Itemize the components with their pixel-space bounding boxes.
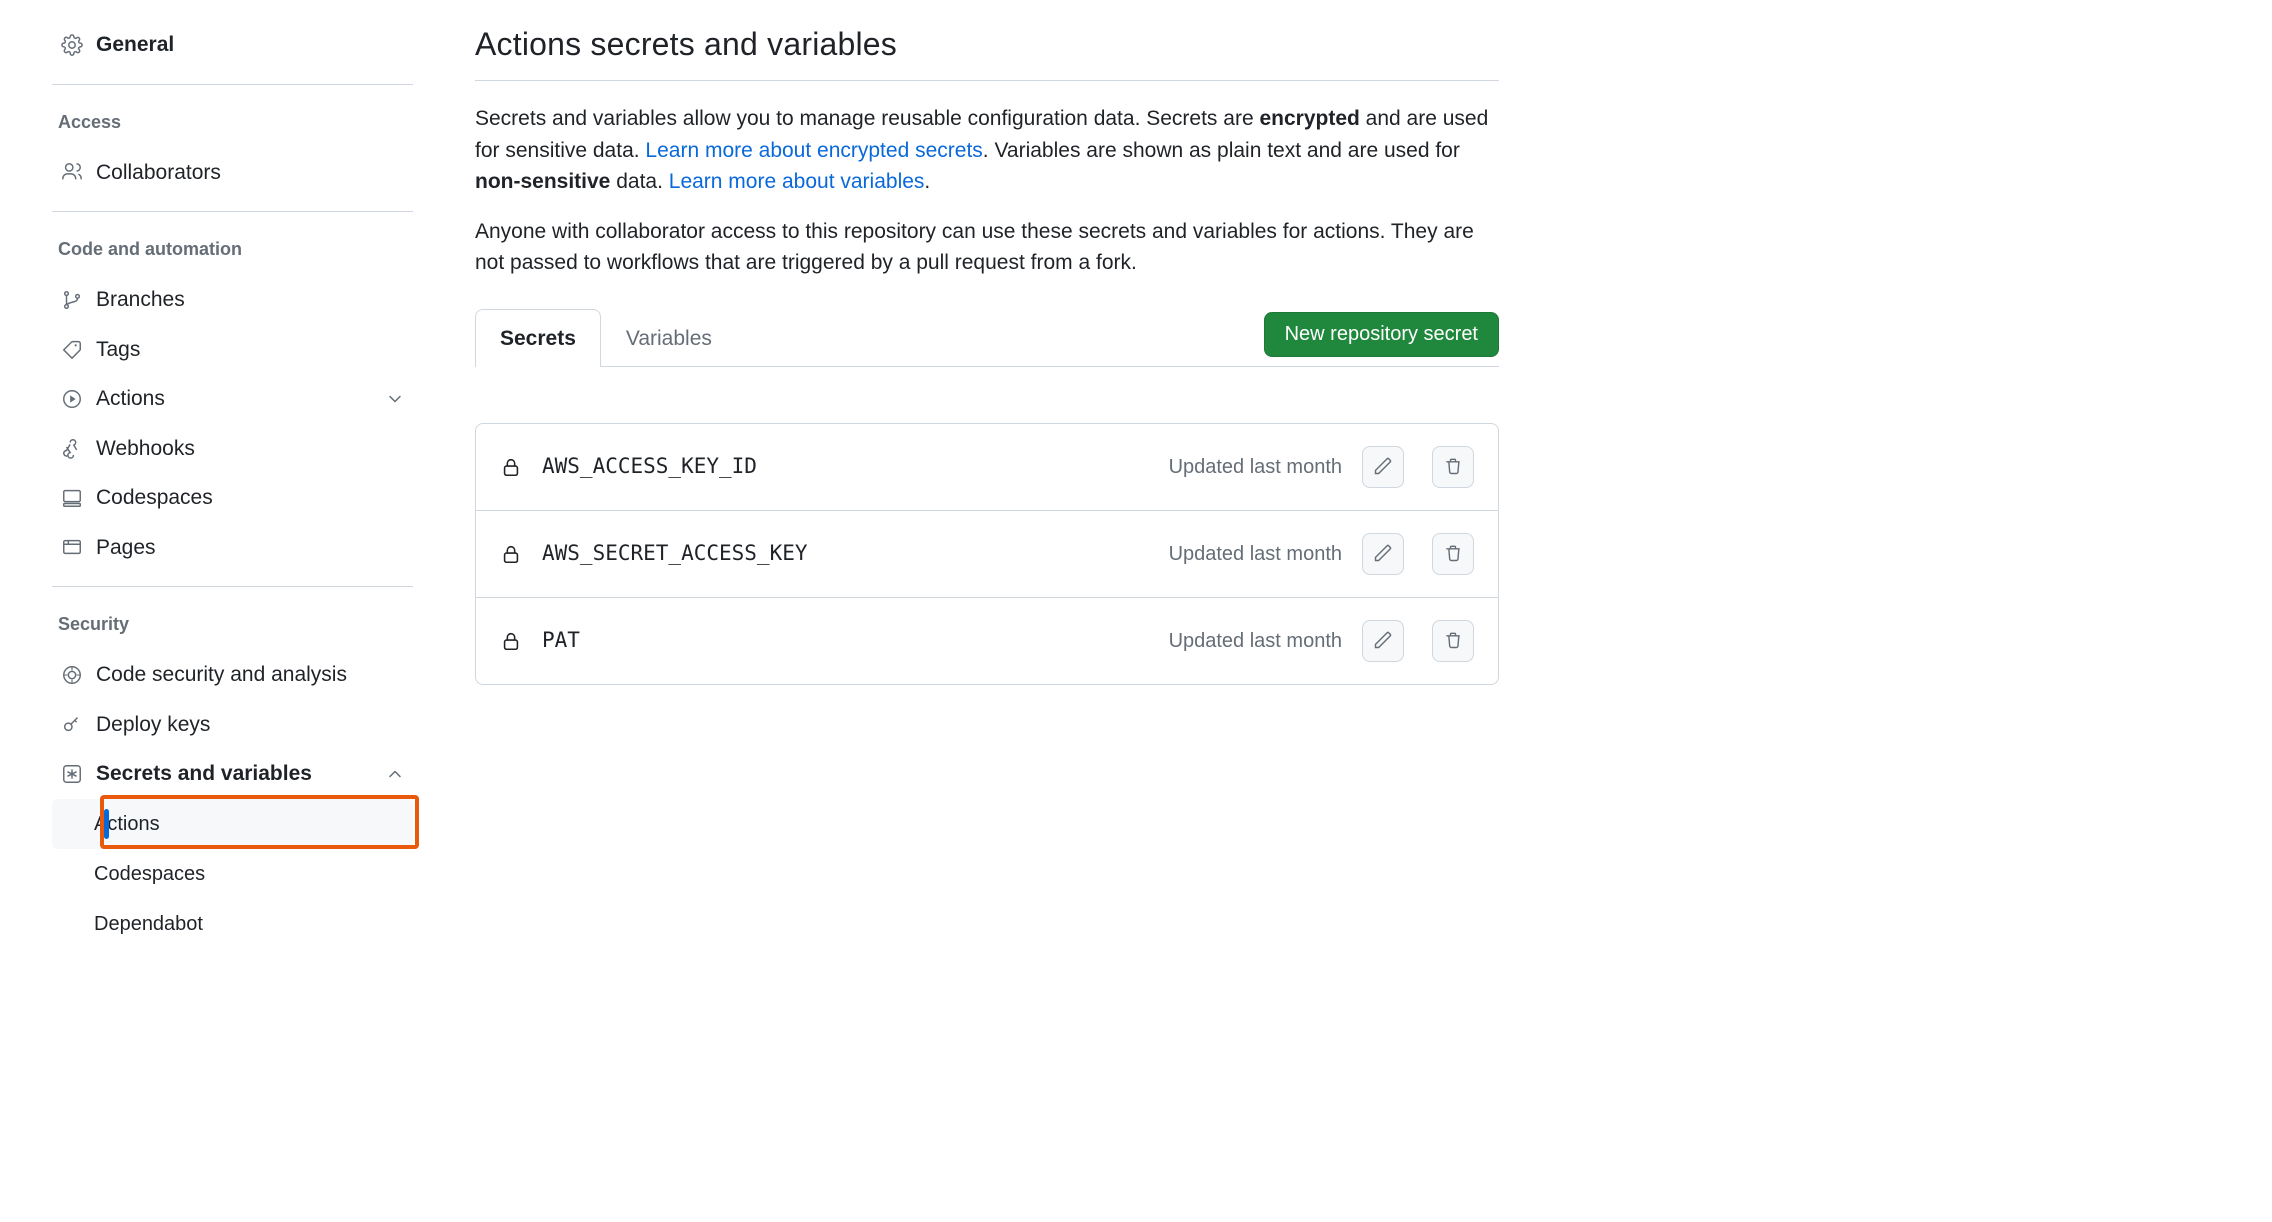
sidebar-heading-code: Code and automation	[52, 230, 413, 269]
tab-bar: Secrets Variables New repository secret	[475, 309, 1499, 368]
sidebar-item-label: Pages	[96, 532, 156, 564]
secret-name: AWS_ACCESS_KEY_ID	[542, 451, 757, 483]
sidebar-item-code-security[interactable]: Code security and analysis	[52, 650, 413, 700]
sidebar-item-label: Dependabot	[94, 909, 203, 939]
sidebar-item-label: General	[96, 29, 174, 61]
tab-secrets[interactable]: Secrets	[475, 309, 601, 368]
play-circle-icon	[60, 387, 84, 411]
lock-icon	[500, 456, 522, 478]
trash-icon	[1443, 543, 1463, 566]
delete-secret-button[interactable]	[1432, 620, 1474, 662]
pencil-icon	[1373, 630, 1393, 653]
sidebar-heading-access: Access	[52, 103, 413, 142]
settings-sidebar: General Access Collaborators Code and au…	[0, 0, 425, 969]
codespaces-icon	[60, 486, 84, 510]
trash-icon	[1443, 630, 1463, 653]
secret-row: AWS_SECRET_ACCESS_KEY Updated last month	[476, 510, 1498, 597]
sidebar-item-secrets-and-variables[interactable]: Secrets and variables	[52, 749, 413, 799]
chevron-up-icon	[385, 764, 405, 784]
secret-updated: Updated last month	[1169, 626, 1342, 656]
secrets-list: AWS_ACCESS_KEY_ID Updated last month AWS…	[475, 423, 1499, 685]
link-learn-secrets[interactable]: Learn more about encrypted secrets	[645, 139, 982, 162]
sidebar-item-label: Tags	[96, 334, 140, 366]
sidebar-item-deploy-keys[interactable]: Deploy keys	[52, 700, 413, 750]
code-scan-icon	[60, 663, 84, 687]
divider	[52, 211, 413, 212]
sidebar-item-branches[interactable]: Branches	[52, 275, 413, 325]
sidebar-item-label: Secrets and variables	[96, 758, 312, 790]
sidebar-item-actions[interactable]: Actions	[52, 374, 413, 424]
git-branch-icon	[60, 288, 84, 312]
edit-secret-button[interactable]	[1362, 533, 1404, 575]
page-title: Actions secrets and variables	[475, 20, 1499, 81]
people-icon	[60, 160, 84, 184]
description-paragraph-1: Secrets and variables allow you to manag…	[475, 103, 1499, 198]
sidebar-item-collaborators[interactable]: Collaborators	[52, 148, 413, 198]
lock-icon	[500, 543, 522, 565]
sidebar-subitem-codespaces[interactable]: Codespaces	[52, 849, 413, 899]
browser-icon	[60, 535, 84, 559]
chevron-down-icon	[385, 389, 405, 409]
key-icon	[60, 712, 84, 736]
secret-name: PAT	[542, 625, 580, 657]
delete-secret-button[interactable]	[1432, 446, 1474, 488]
edit-secret-button[interactable]	[1362, 446, 1404, 488]
tag-icon	[60, 337, 84, 361]
divider	[52, 84, 413, 85]
sidebar-item-codespaces[interactable]: Codespaces	[52, 473, 413, 523]
sidebar-item-label: Deploy keys	[96, 709, 210, 741]
sidebar-item-tags[interactable]: Tags	[52, 325, 413, 375]
sidebar-heading-security: Security	[52, 605, 413, 644]
secret-updated: Updated last month	[1169, 539, 1342, 569]
link-learn-variables[interactable]: Learn more about variables	[669, 170, 925, 193]
sidebar-subitem-actions[interactable]: Actions	[52, 799, 413, 849]
new-repository-secret-button[interactable]: New repository secret	[1264, 312, 1499, 357]
sidebar-item-label: Actions	[94, 809, 160, 839]
sidebar-item-label: Codespaces	[94, 859, 205, 889]
pencil-icon	[1373, 543, 1393, 566]
sidebar-item-webhooks[interactable]: Webhooks	[52, 424, 413, 474]
sidebar-item-label: Codespaces	[96, 482, 213, 514]
webhook-icon	[60, 436, 84, 460]
delete-secret-button[interactable]	[1432, 533, 1474, 575]
sidebar-item-general[interactable]: General	[52, 20, 413, 70]
secret-row: PAT Updated last month	[476, 597, 1498, 684]
sidebar-item-label: Branches	[96, 284, 185, 316]
pencil-icon	[1373, 456, 1393, 479]
lock-icon	[500, 630, 522, 652]
asterisk-icon	[60, 762, 84, 786]
sidebar-item-label: Code security and analysis	[96, 659, 347, 691]
sidebar-item-label: Collaborators	[96, 157, 221, 189]
secret-updated: Updated last month	[1169, 452, 1342, 482]
gear-icon	[60, 33, 84, 57]
secret-row: AWS_ACCESS_KEY_ID Updated last month	[476, 424, 1498, 510]
description-paragraph-2: Anyone with collaborator access to this …	[475, 216, 1499, 279]
sidebar-item-pages[interactable]: Pages	[52, 523, 413, 573]
tab-variables[interactable]: Variables	[601, 309, 737, 368]
edit-secret-button[interactable]	[1362, 620, 1404, 662]
trash-icon	[1443, 456, 1463, 479]
secret-name: AWS_SECRET_ACCESS_KEY	[542, 538, 808, 570]
sidebar-item-label: Actions	[96, 383, 165, 415]
sidebar-item-label: Webhooks	[96, 433, 195, 465]
main-content: Actions secrets and variables Secrets an…	[425, 0, 1515, 969]
sidebar-subitem-dependabot[interactable]: Dependabot	[52, 899, 413, 949]
divider	[52, 586, 413, 587]
